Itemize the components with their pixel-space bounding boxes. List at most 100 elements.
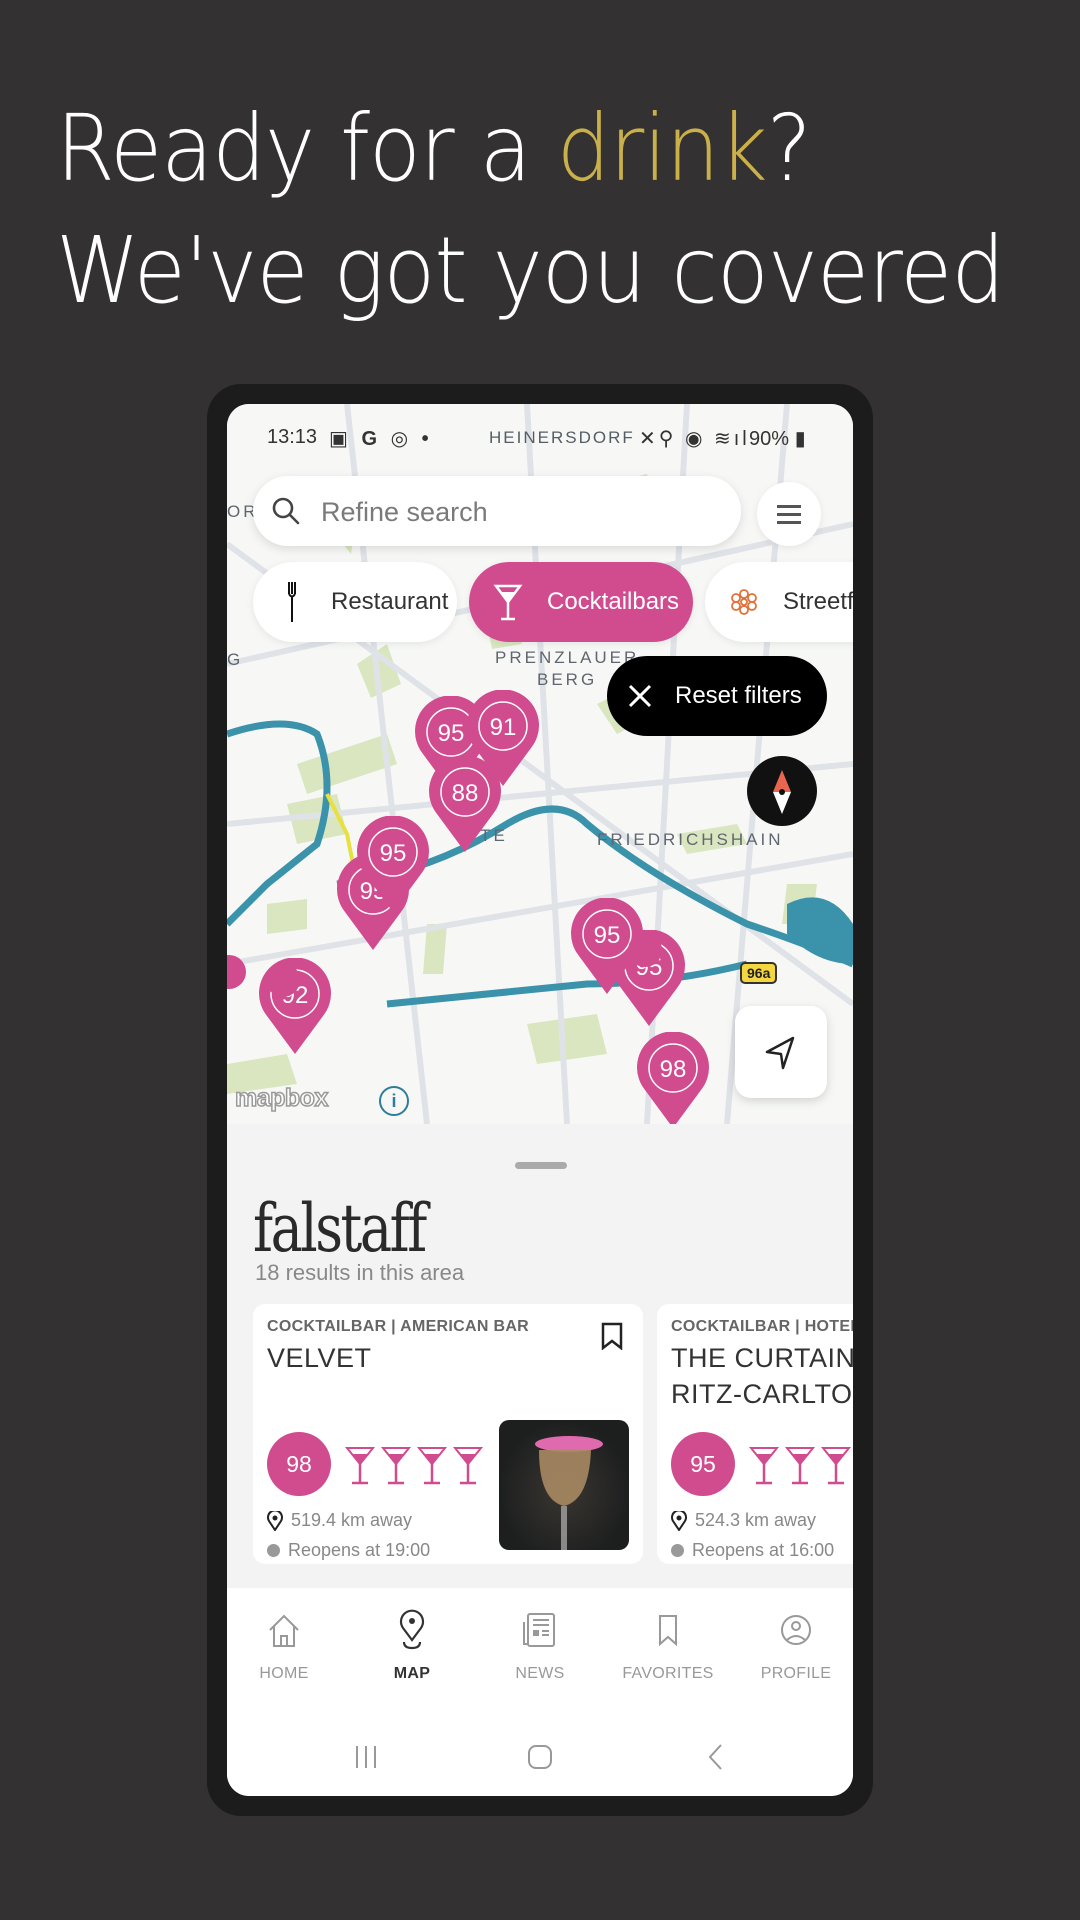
filter-chip-restaurant[interactable]: Restaurant [253,562,457,642]
nav-tab-map[interactable]: MAP [357,1608,467,1683]
compass-icon [773,770,791,814]
profile-icon [781,1615,811,1645]
marker-score: 88 [452,780,479,807]
venue-card[interactable]: COCKTAILBAR | HOTEL BA THE CURTAIN CRITZ… [657,1304,853,1564]
venue-distance: 519.4 km away [267,1510,412,1531]
map-label-edge-2: G [227,650,244,669]
score-badge: 95 [671,1432,735,1496]
marker-score: 95 [438,720,465,747]
headline-line-1: Ready for a drink? [56,95,812,202]
marker-pin-icon: 98 [637,1031,709,1124]
location-pin-icon [671,1510,687,1531]
home-icon [269,1614,299,1647]
venue-distance: 524.3 km away [671,1510,816,1531]
nav-label: HOME [259,1665,309,1682]
venue-name: THE CURTAIN CRITZ-CARLTON [671,1343,853,1409]
venue-card[interactable]: COCKTAILBAR | AMERICAN BAR VELVET 98 519… [253,1304,643,1564]
sheet-drag-handle[interactable] [515,1162,567,1169]
road-number-badge: 96a [740,962,778,984]
marker-score: 91 [490,714,517,741]
search-bar[interactable] [253,476,741,546]
cocktail-glass-icon [785,1447,815,1485]
cocktail-glass-icon [453,1447,483,1485]
filter-chip-cocktailbars[interactable]: Cocktailbars [469,562,693,642]
map-marker-dot[interactable] [625,930,665,975]
marker-score: 95 [380,840,407,867]
reset-filters-button[interactable]: Reset filters [607,656,827,736]
system-navigation-bar [227,1728,853,1788]
map-label-prenzlauer: PRENZLAUER [495,648,640,667]
battery-icon: ▮ [789,428,806,450]
map-pin-icon [399,1609,425,1650]
nav-tab-home[interactable]: HOME [229,1608,339,1683]
status-system-icons: ✕⚲ ◉ ≋ıl [639,428,750,450]
fork-icon [275,582,309,622]
compass-button[interactable] [747,756,817,826]
filter-chip-streetfood[interactable]: Streetfo [705,562,853,642]
nav-tab-favorites[interactable]: FAVORITES [613,1608,723,1683]
navigation-arrow-icon [765,1036,795,1070]
chip-label: Cocktailbars [547,588,680,615]
close-icon [627,683,653,709]
venue-category: COCKTAILBAR | AMERICAN BAR [267,1318,530,1335]
hamburger-menu-icon [777,505,801,508]
flower-icon [727,582,761,622]
map-label-berg: BERG [537,670,598,689]
falstaff-logo: falstaff [253,1190,427,1267]
back-icon[interactable] [701,1742,731,1772]
venue-opening-status: Reopens at 16:00 [671,1540,834,1561]
cocktail-glass-icon [381,1447,411,1485]
marker-pin-icon: 88 [429,755,501,852]
venue-photo[interactable] [499,1420,629,1550]
status-dot-icon [267,1544,280,1557]
status-bar: 13:13 ▣ G ◎ • HEINERSDORF ✕⚲ ◉ ≋ıl 90% ▮ [227,426,853,456]
filter-chips: Restaurant Cocktailbars Streetfo [253,562,853,642]
reset-filters-label: Reset filters [675,682,802,709]
info-icon[interactable]: i [379,1086,409,1116]
newspaper-icon [523,1613,555,1647]
search-icon [272,497,300,525]
results-count: 18 results in this area [255,1260,465,1285]
bookmark-icon[interactable] [601,1322,623,1350]
phone-screen: PRENZLAUER BERG FRIEDRICHSHAIN ITTE OR G… [227,404,853,1796]
results-sheet: falstaff 18 results in this area COCKTAI… [227,1124,853,1588]
bottom-navigation: HOME MAP NEWS FAVORITES PROFILE [227,1588,853,1796]
nav-tab-profile[interactable]: PROFILE [741,1608,851,1683]
map-marker-dot[interactable] [227,952,249,997]
glass-rating [749,1446,853,1486]
cocktail-glass-icon [749,1447,779,1485]
recent-apps-icon[interactable] [351,1742,381,1772]
bookmark-icon [659,1615,677,1647]
map-view[interactable]: PRENZLAUER BERG FRIEDRICHSHAIN ITTE OR G… [227,404,853,1124]
venue-category: COCKTAILBAR | HOTEL BA [671,1318,853,1335]
venue-opening-status: Reopens at 19:00 [267,1540,430,1561]
venue-name: VELVET [267,1343,372,1373]
map-marker[interactable]: 88 [427,755,503,859]
home-button-icon[interactable] [525,1742,555,1772]
search-input[interactable] [319,490,723,534]
marker-pin-icon: 95 [357,815,429,912]
marker-score: 95 [594,922,621,949]
status-battery: 90% ▮ [749,428,806,450]
nav-label: NEWS [515,1665,565,1682]
score-badge: 98 [267,1432,331,1496]
nav-label: PROFILE [760,1665,832,1682]
cocktail-glass-icon [417,1447,447,1485]
marker-score: 98 [660,1056,687,1083]
my-location-button[interactable] [735,1006,827,1098]
location-pin-icon [267,1510,283,1531]
menu-button[interactable] [757,482,821,546]
mapbox-logo[interactable]: mapbox [234,1083,329,1113]
map-marker-dot[interactable] [263,960,303,1005]
nav-tab-news[interactable]: NEWS [485,1608,595,1683]
glass-rating [345,1446,483,1486]
status-notification-icons: ▣ G ◎ • [329,428,433,450]
nav-label: FAVORITES [622,1665,714,1682]
headline-line-2: We've got you covered [56,217,1005,324]
map-marker[interactable]: 98 [635,1031,711,1124]
cocktail-glass-icon [491,582,525,622]
status-location-name: HEINERSDORF [489,428,635,447]
map-marker[interactable]: 95 [355,815,431,919]
chip-label: Restaurant [331,588,449,615]
promo-headline: Ready for a drink? We've got you covered [56,88,1080,332]
